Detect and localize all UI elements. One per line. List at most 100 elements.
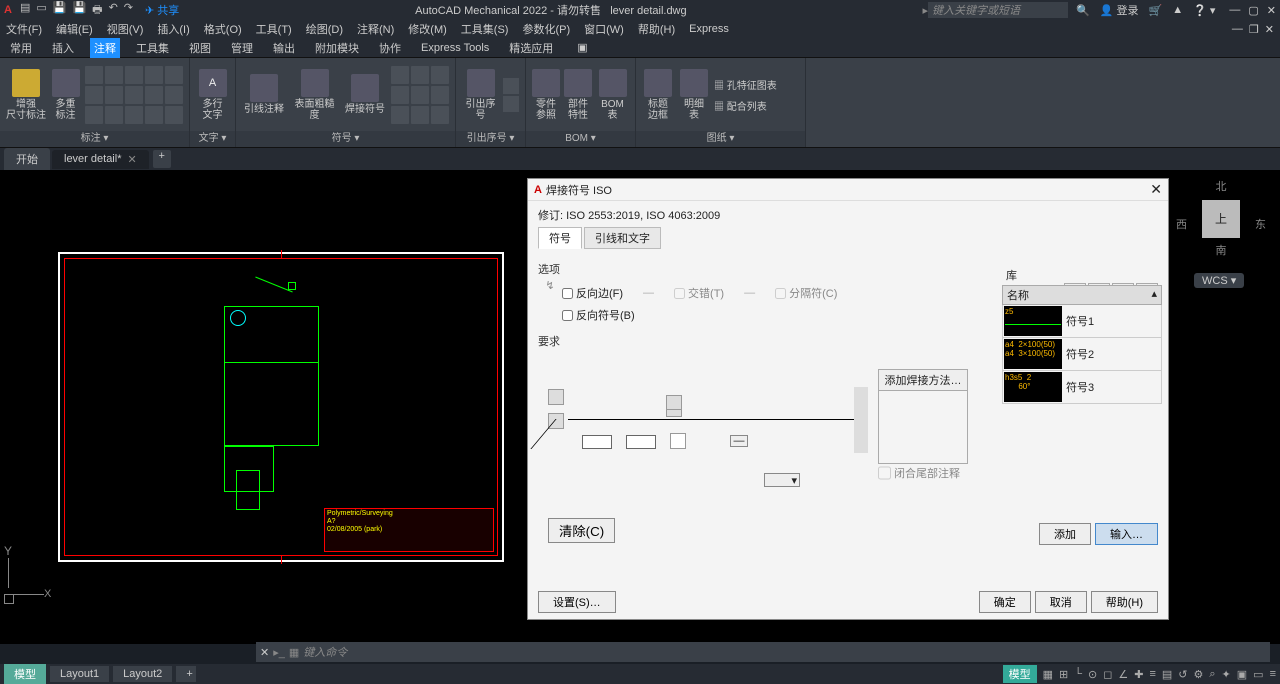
status-trans-icon[interactable]: ▤ (1162, 668, 1172, 681)
ribtab-insert[interactable]: 插入 (48, 38, 78, 58)
cancel-button[interactable]: 取消 (1035, 591, 1087, 613)
bal-s2[interactable] (503, 96, 519, 112)
viewcube[interactable]: 北 西 上 东 南 WCS ▾ (1176, 178, 1266, 288)
qat-new-icon[interactable]: ▤ (20, 1, 30, 20)
ribtab-addon[interactable]: 附加模块 (311, 38, 363, 58)
login-button[interactable]: 👤 登录 (1100, 2, 1139, 18)
menu-tools[interactable]: 工具(T) (256, 21, 292, 37)
ribtab-express[interactable]: Express Tools (417, 40, 493, 56)
leader-annot-button[interactable]: 引线注释 (242, 74, 286, 115)
dim-s14[interactable] (145, 106, 163, 124)
menu-express[interactable]: Express (689, 23, 729, 35)
ribtab-manage[interactable]: 管理 (227, 38, 257, 58)
surface-rough-button[interactable]: 表面粗糙度 (290, 69, 339, 121)
status-model[interactable]: 模型 (1003, 665, 1037, 683)
sym-s2[interactable] (411, 66, 429, 84)
dash-button[interactable]: — (730, 435, 748, 447)
tab-symbol[interactable]: 符号 (538, 227, 582, 249)
sym-picker[interactable] (670, 433, 686, 449)
lib-item-3[interactable]: h3s5 2 60°符号3 (1002, 371, 1162, 404)
status-track-icon[interactable]: ∠ (1118, 668, 1128, 681)
ribtab-output[interactable]: 输出 (269, 38, 299, 58)
cart-icon[interactable]: 🛒 (1149, 4, 1163, 17)
dim-s2[interactable] (105, 66, 123, 84)
bal-s1[interactable] (503, 78, 519, 94)
bom-table-button[interactable]: BOM 表 (596, 69, 629, 121)
doctab-lever[interactable]: lever detail*✕ (52, 150, 149, 169)
qat-saveas-icon[interactable]: 💾 (72, 1, 86, 20)
cmdline-input[interactable]: 键入命令 (303, 644, 1266, 660)
status-scale-icon[interactable]: ⌕ (1209, 668, 1215, 681)
menu-format[interactable]: 格式(O) (204, 21, 242, 37)
part-prop-button[interactable]: 部件 特性 (564, 69, 592, 121)
status-osnap-icon[interactable]: ◻ (1103, 668, 1112, 681)
balloon-button[interactable]: 引出序号 (462, 69, 499, 121)
qat-redo-icon[interactable]: ↷ (124, 1, 133, 20)
help-button[interactable]: 帮助(H) (1091, 591, 1158, 613)
ribtab-collab[interactable]: 协作 (375, 38, 405, 58)
dialog-close-icon[interactable]: ✕ (1150, 181, 1162, 198)
opt-flip-edge[interactable]: 反向边(F) (562, 285, 623, 301)
ribtab-toolset[interactable]: 工具集 (132, 38, 173, 58)
dim-s9[interactable] (145, 86, 163, 104)
viewcube-east[interactable]: 东 (1255, 216, 1266, 232)
cmdline-close-icon[interactable]: ✕ (260, 646, 269, 659)
dim-s10[interactable] (165, 86, 183, 104)
lib-import-button[interactable]: 输入… (1095, 523, 1158, 545)
ribtab-launcher-icon[interactable]: ▣ (573, 39, 591, 56)
dim-s3[interactable] (125, 66, 143, 84)
enhanced-dim-button[interactable]: 增强 尺寸标注 (6, 69, 46, 121)
dim-s15[interactable] (165, 106, 183, 124)
fit-list-button[interactable]: ▦ 配合列表 (714, 98, 777, 113)
maximize-icon[interactable]: ▢ (1248, 4, 1258, 17)
menu-help[interactable]: 帮助(H) (638, 21, 675, 37)
search-input[interactable]: 键入关键字或短语 (928, 2, 1068, 18)
viewcube-top[interactable]: 上 (1202, 200, 1240, 238)
doc-close-icon[interactable]: ✕ (1265, 23, 1274, 36)
status-ortho-icon[interactable]: └ (1074, 668, 1082, 680)
layout-add[interactable]: + (176, 666, 196, 682)
sym-s7[interactable] (391, 106, 409, 124)
clear-button[interactable]: 清除(C) (548, 518, 615, 543)
layout-model[interactable]: 模型 (4, 664, 46, 684)
status-polar-icon[interactable]: ⊙ (1088, 668, 1097, 681)
weld-symbol-button[interactable]: 焊接符号 (343, 74, 387, 115)
menu-parametric[interactable]: 参数化(P) (522, 21, 570, 37)
doctab-start[interactable]: 开始 (4, 148, 50, 170)
dim-s11[interactable] (85, 106, 103, 124)
dim-s8[interactable] (125, 86, 143, 104)
command-line[interactable]: ✕ ▸_ ▦ 键入命令 (256, 642, 1270, 662)
doc-restore-icon[interactable]: ❐ (1249, 23, 1259, 36)
qat-save-icon[interactable]: 💾 (53, 1, 67, 20)
parts-list-button[interactable]: 明细 表 (678, 69, 710, 121)
viewcube-north[interactable]: 北 (1176, 178, 1266, 194)
part-ref-button[interactable]: 零件 参照 (532, 69, 560, 121)
help-icon[interactable]: ❔ ▾ (1193, 4, 1215, 17)
sym-s9[interactable] (431, 106, 449, 124)
menu-window[interactable]: 窗口(W) (584, 21, 624, 37)
qat-open-icon[interactable]: ▭ (36, 1, 46, 20)
size-input-2[interactable] (626, 435, 656, 449)
status-grid-icon[interactable]: ▦ (1043, 668, 1053, 681)
ribtab-featured[interactable]: 精选应用 (505, 38, 557, 58)
status-workspace-icon[interactable]: ✦ (1222, 668, 1231, 681)
cmdline-handle-icon[interactable]: ▸_ (273, 646, 285, 659)
share-button[interactable]: ✈ 共享 (145, 2, 179, 18)
flag-box-top[interactable] (548, 389, 564, 405)
tail-combo[interactable]: ▾ (764, 473, 800, 487)
apps-icon[interactable]: ▲ (1172, 4, 1183, 16)
sym-s5[interactable] (411, 86, 429, 104)
status-anno-icon[interactable]: ⚙ (1194, 668, 1204, 681)
viewcube-south[interactable]: 南 (1176, 242, 1266, 258)
ribtab-annotate[interactable]: 注释 (90, 38, 120, 58)
settings-button[interactable]: 设置(S)… (538, 591, 616, 613)
method-list[interactable] (879, 391, 967, 463)
ribtab-home[interactable]: 常用 (6, 38, 36, 58)
menu-draw[interactable]: 绘图(D) (306, 21, 343, 37)
menu-annotate[interactable]: 注释(N) (357, 21, 394, 37)
tail-handle[interactable] (854, 387, 868, 453)
sym-s6[interactable] (431, 86, 449, 104)
viewcube-west[interactable]: 西 (1176, 216, 1187, 232)
sym-s8[interactable] (411, 106, 429, 124)
menu-modify[interactable]: 修改(M) (408, 21, 447, 37)
